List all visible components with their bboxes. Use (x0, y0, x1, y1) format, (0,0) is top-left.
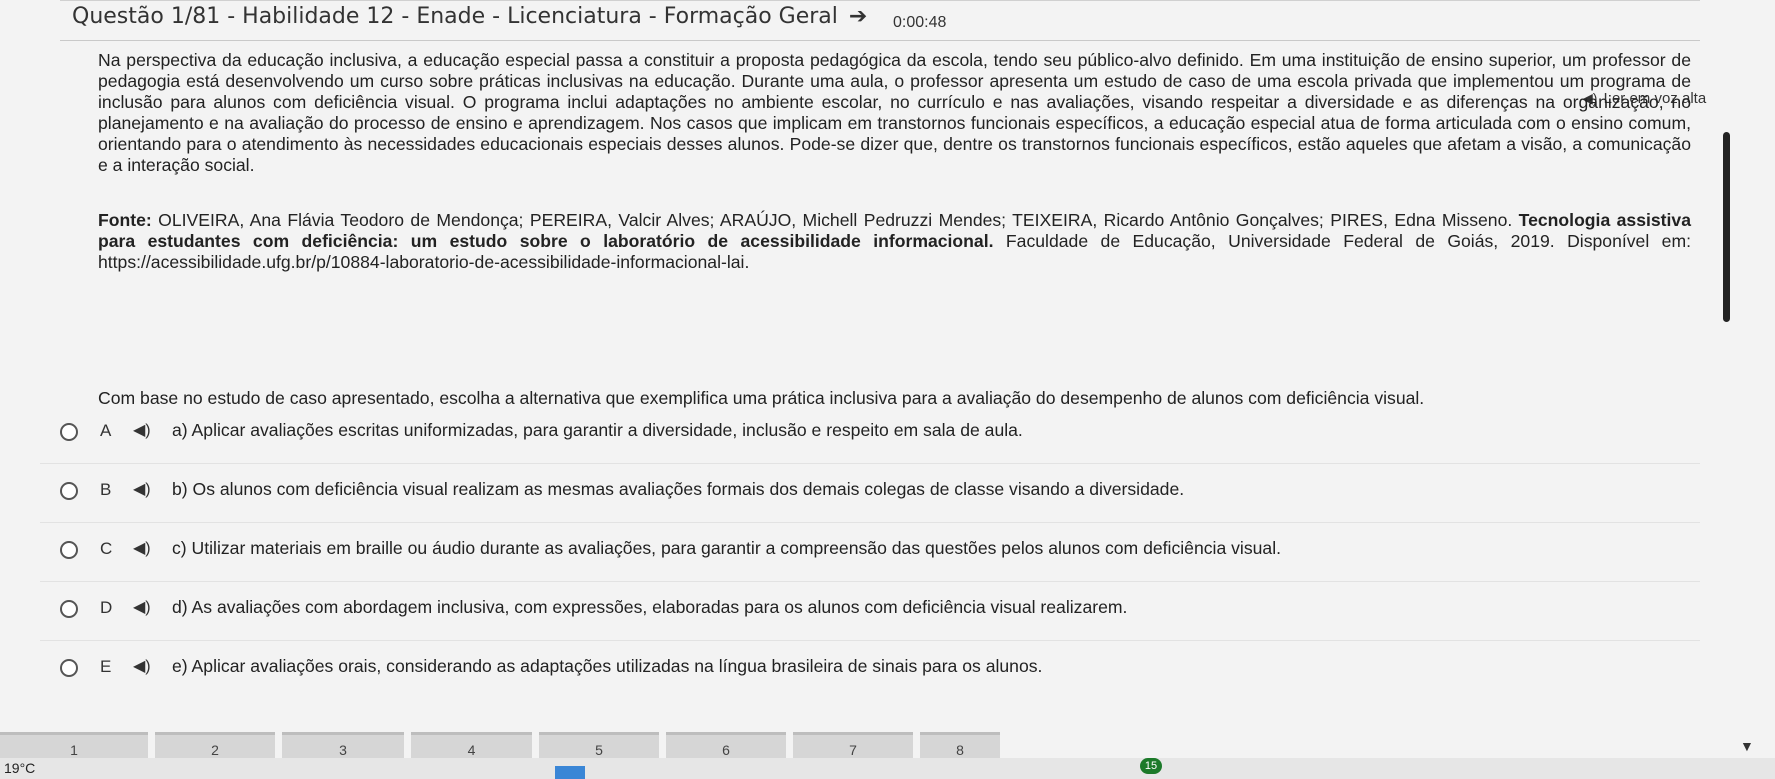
question-passage: Na perspectiva da educação inclusiva, a … (98, 50, 1691, 175)
speaker-icon[interactable]: ◀) (133, 597, 151, 617)
option-text: c) Utilizar materiais em braille ou áudi… (172, 538, 1281, 558)
option-letter: C (100, 539, 113, 558)
taskbar: 19°C 15 (0, 758, 1775, 779)
question-header: Questão 1/81 - Habilidade 12 - Enade - L… (72, 4, 867, 29)
source-authors: OLIVEIRA, Ana Flávia Teodoro de Mendonça… (151, 210, 1519, 230)
option-letter: A (100, 421, 112, 440)
option-text: e) Aplicar avaliações orais, considerand… (172, 656, 1043, 676)
source-citation: Fonte: OLIVEIRA, Ana Flávia Teodoro de M… (98, 210, 1691, 273)
option-b[interactable]: B ◀) b) Os alunos com deficiência visual… (40, 464, 1700, 523)
page-title: Questão 1/81 - Habilidade 12 - Enade - L… (72, 4, 838, 29)
option-letter: B (100, 480, 112, 499)
radio-d[interactable] (60, 600, 78, 618)
speaker-icon[interactable]: ◀) (133, 656, 151, 676)
speaker-icon[interactable]: ◀) (133, 538, 151, 558)
option-c[interactable]: C ◀) c) Utilizar materiais em braille ou… (40, 523, 1700, 582)
taskbar-app-icon[interactable] (555, 766, 585, 779)
option-letter: E (100, 657, 112, 676)
arrow-right-icon[interactable]: ➔ (849, 4, 867, 29)
dropdown-arrow-icon[interactable]: ▼ (1740, 738, 1754, 754)
option-text: d) As avaliações com abordagem inclusiva… (172, 597, 1128, 617)
radio-c[interactable] (60, 541, 78, 559)
radio-e[interactable] (60, 659, 78, 677)
source-prefix: Fonte: (98, 210, 152, 230)
header-divider (60, 40, 1700, 41)
option-letter: D (100, 598, 113, 617)
option-d[interactable]: D ◀) d) As avaliações com abordagem incl… (40, 582, 1700, 641)
weather-temperature[interactable]: 19°C (4, 760, 35, 776)
option-text: b) Os alunos com deficiência visual real… (172, 479, 1185, 499)
option-a[interactable]: A ◀) a) Aplicar avaliações escritas unif… (40, 405, 1700, 464)
option-e[interactable]: E ◀) e) Aplicar avaliações orais, consid… (40, 641, 1700, 699)
speaker-icon[interactable]: ◀) (133, 479, 151, 499)
scrollbar-thumb[interactable] (1723, 132, 1730, 322)
radio-b[interactable] (60, 482, 78, 500)
notification-badge[interactable]: 15 (1140, 758, 1162, 774)
option-text: a) Aplicar avaliações escritas uniformiz… (172, 420, 1023, 440)
top-divider (60, 0, 1700, 1)
timer: 0:00:48 (893, 14, 947, 31)
speaker-icon[interactable]: ◀) (133, 420, 151, 440)
radio-a[interactable] (60, 423, 78, 441)
